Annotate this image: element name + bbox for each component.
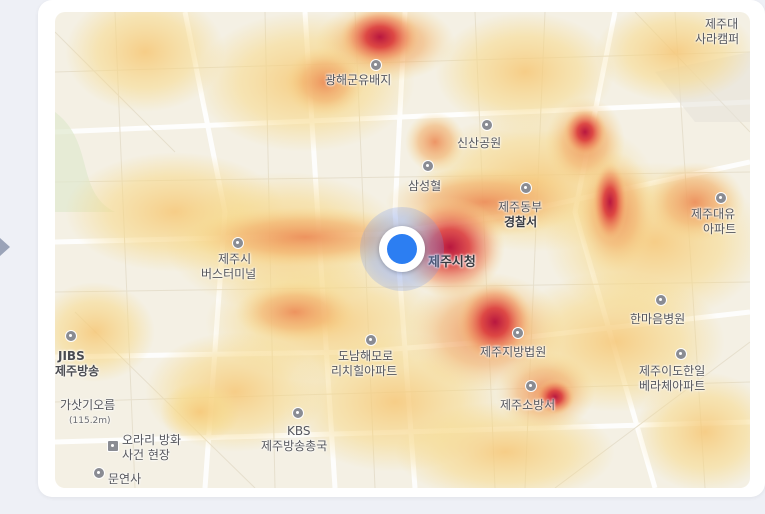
hospital-poi-icon: [655, 294, 667, 306]
label-top-right-2: 사라캠퍼: [695, 32, 740, 46]
fire-station-poi-icon: [525, 380, 537, 392]
current-location-dot-icon: [387, 234, 417, 264]
label-jeju-dongbu-1: 제주동부: [498, 200, 543, 214]
label-munyeonsa: 문연사: [108, 472, 142, 486]
label-sinsan-park: 신산공원: [457, 136, 502, 150]
label-top-right-1: 제주대: [705, 17, 739, 31]
label-bus-terminal-2: 버스터미널: [201, 267, 257, 281]
previous-arrow-icon[interactable]: [0, 238, 10, 256]
label-jeju-dae-2: 아파트: [703, 222, 737, 236]
label-gasitgi-1: 가삿기오름: [60, 398, 116, 412]
sinsan-park-poi-icon: [481, 119, 493, 131]
label-orari-1: 오라리 방화: [122, 433, 182, 447]
label-donam-2: 리치힐아파트: [331, 364, 398, 378]
police-poi-icon: [520, 182, 532, 194]
label-kbs-1: KBS: [287, 424, 311, 438]
apartment-poi-icon: [715, 192, 727, 204]
apartment-poi-icon: [365, 334, 377, 346]
label-jeju-dae-1: 제주대유: [691, 207, 736, 221]
label-jibs-1: JIBS: [58, 349, 85, 363]
temple-poi-icon: [93, 467, 105, 479]
label-hanmaeum: 한마음병원: [630, 312, 686, 326]
label-gasitgi-2: (115.2m): [69, 416, 111, 426]
label-jeju-dongbu-2: 경찰서: [504, 215, 538, 229]
label-idohanil-2: 베라체아파트: [639, 379, 706, 393]
label-kbs-2: 제주방송총국: [261, 439, 328, 453]
bus-terminal-poi-icon: [232, 237, 244, 249]
label-donam-1: 도남해모로: [338, 349, 394, 363]
label-orari-2: 사건 현장: [122, 448, 170, 462]
apartment-poi-icon: [675, 348, 687, 360]
kbs-poi-icon: [292, 407, 304, 419]
memorial-poi-icon: [107, 440, 119, 452]
broadcast-poi-icon: [65, 330, 77, 342]
court-poi-icon: [512, 327, 524, 339]
label-gwanghae: 광해군유배지: [325, 73, 392, 87]
label-bus-terminal-1: 제주시: [218, 252, 252, 266]
samseonghyeol-poi-icon: [422, 160, 434, 172]
label-idohanil-1: 제주이도한일: [639, 364, 706, 378]
heatmap-map[interactable]: 광해군유배지 신산공원 삼성혈 제주동부 경찰서 제주시청 제주시 버스터미널 …: [55, 12, 750, 488]
label-fire-station: 제주소방서: [500, 398, 556, 412]
label-jibs-2: 제주방송: [55, 364, 100, 378]
gwanghae-poi-icon: [370, 59, 382, 71]
label-samseonghyeol: 삼성혈: [408, 179, 442, 193]
label-district-court: 제주지방법원: [480, 345, 547, 359]
